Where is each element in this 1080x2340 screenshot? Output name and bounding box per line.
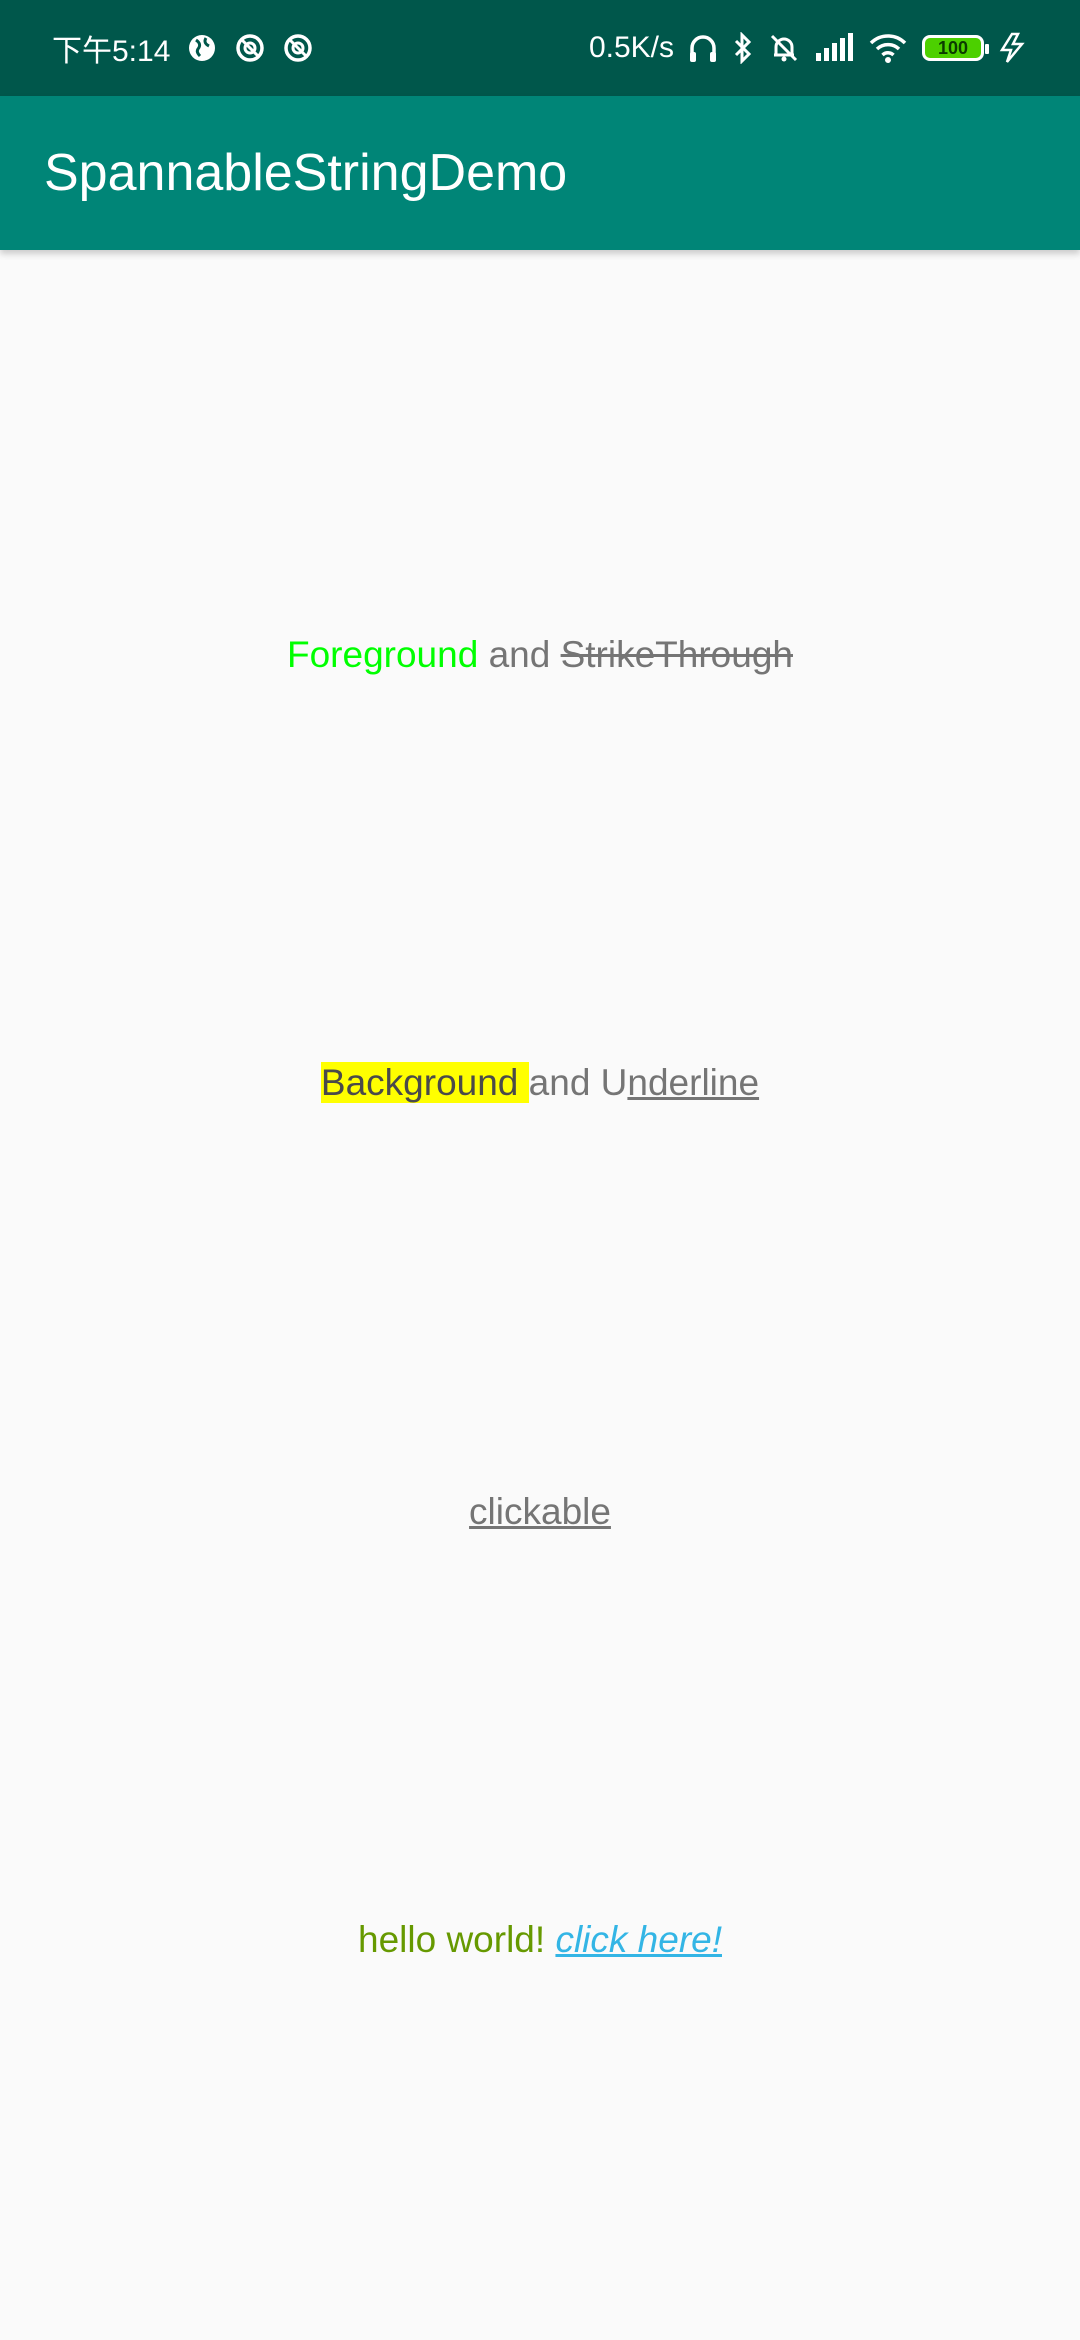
globe-icon bbox=[186, 32, 218, 64]
clickable-link[interactable]: clickable bbox=[469, 1491, 611, 1532]
bluetooth-icon bbox=[732, 32, 754, 64]
background-span: Background bbox=[320, 1062, 529, 1103]
battery-icon: 100 bbox=[922, 35, 989, 61]
background-underline-text: Background and Underline bbox=[0, 1058, 1080, 1108]
signal-icon bbox=[814, 33, 854, 63]
plain-span: and bbox=[478, 634, 561, 675]
headphones-icon bbox=[688, 32, 718, 64]
clickable-text[interactable]: clickable bbox=[0, 1487, 1080, 1537]
app-bar: SpannableStringDemo bbox=[0, 96, 1080, 250]
click-here-link[interactable]: click here! bbox=[555, 1919, 722, 1960]
status-time: 下午5:14 bbox=[52, 35, 171, 68]
underline-span: nderline bbox=[627, 1062, 760, 1103]
wifi-icon bbox=[868, 32, 908, 64]
mute-bell-icon bbox=[768, 32, 800, 64]
hello-span: hello world! bbox=[358, 1919, 556, 1960]
hello-world-text: hello world! click here! bbox=[0, 1915, 1080, 1965]
strikethrough-span: StrikeThrough bbox=[560, 634, 793, 675]
notification-icon bbox=[234, 32, 266, 64]
app-title: SpannableStringDemo bbox=[44, 144, 568, 202]
foreground-strikethrough-text: Foreground and StrikeThrough bbox=[0, 630, 1080, 680]
notification-icon-2 bbox=[282, 32, 314, 64]
main-content: Foreground and StrikeThrough Background … bbox=[0, 250, 1080, 2340]
status-bar: 下午5:14 0.5K/s 100 bbox=[0, 0, 1080, 96]
foreground-span: Foreground bbox=[287, 634, 479, 675]
charging-icon bbox=[998, 32, 1028, 64]
battery-level: 100 bbox=[937, 37, 969, 58]
network-speed: 0.5K/s bbox=[588, 31, 674, 64]
plain-span: and U bbox=[528, 1062, 628, 1103]
